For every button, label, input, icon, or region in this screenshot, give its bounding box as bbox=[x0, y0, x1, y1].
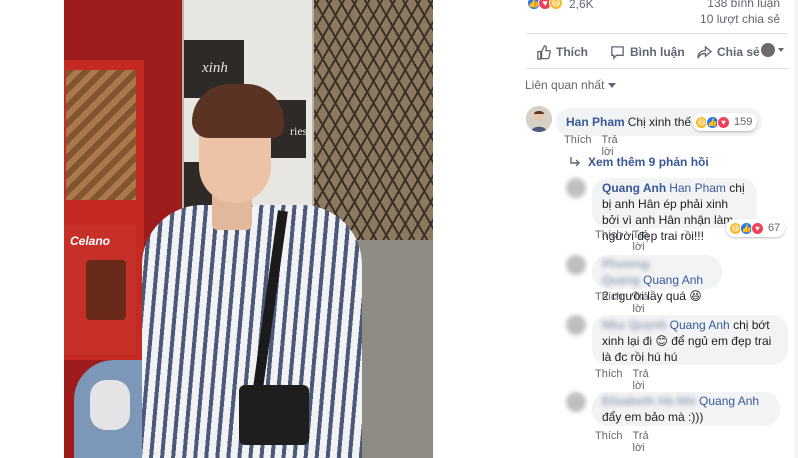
comment-author[interactable]: Han Pham bbox=[566, 115, 625, 129]
reply-reply-link[interactable]: Trả lời bbox=[633, 229, 649, 253]
comment-sort-label: Liên quan nhất bbox=[525, 78, 605, 92]
reply-tag[interactable]: Quang Anh bbox=[643, 273, 703, 287]
photo-person-hair bbox=[192, 84, 284, 138]
comment-bubble: Nhu Quỳnh Quang Anh chị bớt xinh lại đi 😊… bbox=[592, 315, 788, 365]
comment-text: Chị xinh thế ạ bbox=[627, 115, 702, 129]
reply-like-link[interactable]: Thích bbox=[595, 368, 623, 392]
view-more-replies[interactable]: Xem thêm 9 phản hồi bbox=[568, 155, 709, 169]
avatar[interactable] bbox=[526, 106, 552, 132]
like-button[interactable]: Thích bbox=[536, 42, 588, 62]
reply-author[interactable]: Nhu Quỳnh bbox=[602, 318, 667, 332]
photo-sign-text: Celano bbox=[70, 234, 111, 248]
share-arrow-icon bbox=[697, 44, 712, 58]
photo-bag bbox=[239, 385, 309, 445]
reply-tag[interactable]: Quang Anh bbox=[699, 394, 759, 408]
photo-sign-picture bbox=[86, 260, 126, 320]
reply-tag[interactable]: Han Pham bbox=[669, 181, 726, 195]
share-count[interactable]: 10 lượt chia sẻ bbox=[700, 12, 780, 26]
reply-reply-link[interactable]: Trả lời bbox=[633, 368, 649, 392]
photo-poster-text-2: ries bbox=[290, 124, 308, 138]
love-reaction-icon: ♥ bbox=[717, 115, 730, 129]
share-button[interactable]: Chia sẻ bbox=[697, 42, 760, 62]
reply-arrow-icon bbox=[570, 157, 580, 167]
reply-reply-link[interactable]: Trả lời bbox=[633, 291, 649, 315]
thumbs-up-icon bbox=[537, 44, 551, 60]
avatar[interactable] bbox=[566, 392, 586, 412]
photo-baskets bbox=[66, 70, 136, 200]
avatar[interactable] bbox=[566, 255, 586, 275]
avatar bbox=[761, 43, 775, 57]
reply-author[interactable]: Quang Anh bbox=[602, 181, 666, 195]
comment-bubble: Phương Quang Quang Anh 2 người lầy quá 😆 bbox=[592, 255, 722, 303]
reply-author[interactable]: Elizabeth Hà Nhi bbox=[602, 394, 696, 408]
share-button-label: Chia sẻ bbox=[717, 45, 760, 59]
photo-poster-text: xinh bbox=[202, 60, 228, 76]
photo-person-knee bbox=[90, 380, 130, 430]
view-more-replies-label: Xem thêm 9 phản hồi bbox=[588, 155, 709, 169]
comment-button-label: Bình luận bbox=[630, 45, 685, 59]
comment-bubble: Elizabeth Hà Nhi Quang Anh đẩy em bảo mà … bbox=[592, 392, 780, 426]
comment-sort-dropdown[interactable]: Liên quan nhất bbox=[525, 78, 617, 92]
speech-bubble-icon bbox=[611, 45, 624, 60]
like-button-label: Thích bbox=[556, 45, 588, 59]
reply-like-link[interactable]: Thích bbox=[595, 291, 623, 315]
reply-text: đẩy em bảo mà :))) bbox=[602, 410, 704, 424]
post-as-selector[interactable] bbox=[761, 43, 784, 57]
reply-links: Thích Trả lời bbox=[595, 430, 649, 454]
reply-links: Thích Trả lời bbox=[595, 368, 649, 392]
caret-down-icon bbox=[608, 82, 617, 88]
user-photo-icon bbox=[526, 106, 552, 132]
haha-reaction-icon: 😆 bbox=[549, 0, 563, 10]
reply-like-link[interactable]: Thích bbox=[595, 229, 623, 253]
post-stats: 👍 ♥ 😆 2,6K 138 bình luận 10 lượt chia sẻ bbox=[516, 0, 798, 30]
love-reaction-icon: ♥ bbox=[751, 221, 764, 235]
reply-reaction-count: 67 bbox=[768, 222, 781, 234]
caret-down-icon bbox=[778, 48, 784, 52]
reply-reactions[interactable]: 😆 👍 ♥ 67 bbox=[726, 219, 786, 237]
reply-tag[interactable]: Quang Anh bbox=[670, 318, 730, 332]
post-actions: Thích Bình luận Chia sẻ bbox=[526, 33, 788, 69]
comments-panel: 👍 ♥ 😆 2,6K 138 bình luận 10 lượt chia sẻ… bbox=[516, 0, 798, 458]
comment-reaction-count: 159 bbox=[734, 116, 753, 128]
avatar[interactable] bbox=[566, 315, 586, 335]
photo-viewer: Celano xinh ries bbox=[0, 0, 516, 458]
comment-count[interactable]: 138 bình luận bbox=[707, 0, 780, 10]
post-photo[interactable]: Celano xinh ries bbox=[64, 0, 433, 458]
smiling-emoji-icon: 😊 bbox=[655, 334, 668, 348]
reply-links: Thích Trả lời bbox=[595, 291, 649, 315]
comment-reactions[interactable]: 😆 👍 ♥ 159 bbox=[692, 113, 758, 131]
photo-metal-gate bbox=[314, 0, 433, 240]
reply-like-link[interactable]: Thích bbox=[595, 430, 623, 454]
laughing-emoji-icon: 😆 bbox=[689, 289, 702, 303]
comment-button[interactable]: Bình luận bbox=[610, 42, 685, 62]
reaction-count[interactable]: 2,6K bbox=[569, 0, 594, 11]
reply-reply-link[interactable]: Trả lời bbox=[633, 430, 649, 454]
reply-links: Thích Trả lời bbox=[595, 229, 649, 253]
panel-scrollbar[interactable] bbox=[794, 0, 798, 458]
avatar[interactable] bbox=[566, 178, 586, 198]
